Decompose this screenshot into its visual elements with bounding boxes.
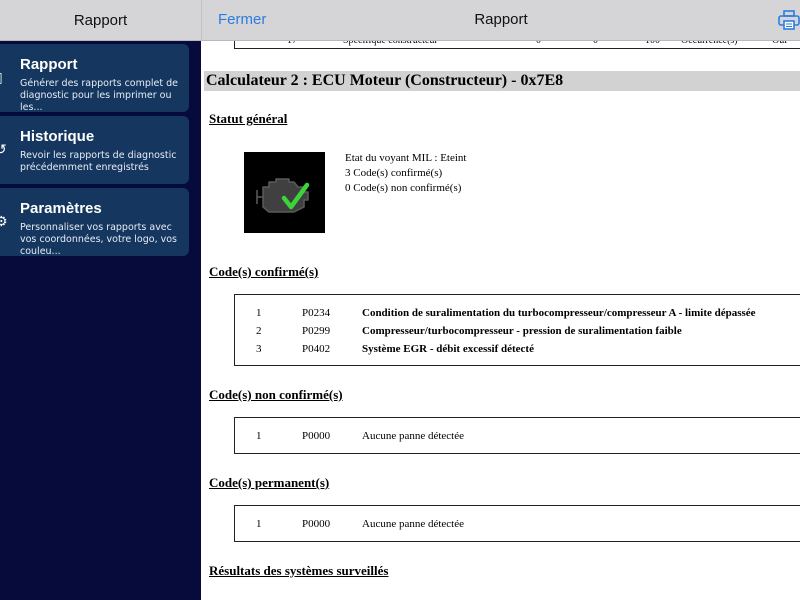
table-row: 1 P0000 Aucune panne détectée bbox=[235, 427, 800, 445]
report-content[interactable]: 17 Spécifique constructeur 0 0 100 Occur… bbox=[201, 41, 800, 600]
sidebar-item-rapport[interactable]: ▯ Rapport Générer des rapports complet d… bbox=[0, 44, 189, 112]
confirmed-codes-title: Code(s) confirmé(s) bbox=[209, 264, 319, 279]
dtc-description: Aucune panne détectée bbox=[362, 430, 464, 442]
history-icon: ↺ bbox=[0, 142, 7, 158]
mil-status: Etat du voyant MIL : Eteint bbox=[345, 152, 467, 164]
engine-status-image bbox=[244, 152, 325, 233]
permanent-codes-table: 1 P0000 Aucune panne détectée bbox=[234, 505, 800, 542]
printer-icon[interactable] bbox=[778, 10, 800, 30]
check-engine-icon bbox=[256, 178, 310, 213]
top-navigation-bar: Fermer Rapport bbox=[201, 0, 800, 41]
page-title: Rapport bbox=[474, 11, 528, 28]
dtc-description: Compresseur/turbocompresseur - pression … bbox=[362, 325, 682, 337]
sidebar-item-description: Générer des rapports complet de diagnost… bbox=[20, 78, 179, 112]
settings-icon: ⚙ bbox=[0, 214, 8, 230]
code-index: 2 bbox=[256, 325, 262, 337]
ecu-title: Calculateur 2 : ECU Moteur (Constructeur… bbox=[204, 71, 800, 91]
monitors-title: Résultats des systèmes surveillés bbox=[209, 563, 389, 578]
confirmed-codes-table: 1 P0234 Condition de suralimentation du … bbox=[234, 294, 800, 366]
dtc-description: Condition de suralimentation du turbocom… bbox=[362, 307, 756, 319]
code-index: 1 bbox=[256, 307, 262, 319]
sidebar-item-title: Historique bbox=[20, 128, 95, 145]
code-index: 3 bbox=[256, 343, 262, 355]
row-value: 100 bbox=[645, 41, 660, 50]
dtc-code: P0402 bbox=[302, 343, 331, 355]
sidebar: Rapport ▯ Rapport Générer des rapports c… bbox=[0, 0, 201, 600]
table-row: 1 P0234 Condition de suralimentation du … bbox=[235, 304, 800, 322]
sidebar-header: Rapport bbox=[0, 0, 201, 41]
dtc-description: Système EGR - débit excessif détecté bbox=[362, 343, 534, 355]
sidebar-item-title: Rapport bbox=[20, 56, 78, 73]
table-row: 17 Spécifique constructeur 0 0 100 Occur… bbox=[234, 41, 800, 49]
dtc-code: P0299 bbox=[302, 325, 331, 337]
code-index: 1 bbox=[256, 518, 262, 530]
sidebar-item-description: Revoir les rapports de diagnostic précéd… bbox=[20, 150, 177, 173]
sidebar-item-title: Paramètres bbox=[20, 200, 102, 217]
unconfirmed-count: 0 Code(s) non confirmé(s) bbox=[345, 182, 462, 194]
row-occurrence: Occurrence(s) bbox=[681, 41, 738, 50]
row-index: 17 bbox=[287, 41, 297, 50]
row-answer: Oui bbox=[772, 41, 787, 50]
general-status-title: Statut général bbox=[209, 111, 288, 126]
document-icon: ▯ bbox=[0, 70, 3, 86]
row-value: 0 bbox=[593, 41, 598, 50]
code-index: 1 bbox=[256, 430, 262, 442]
sidebar-item-historique[interactable]: ↺ Historique Revoir les rapports de diag… bbox=[0, 116, 189, 184]
permanent-codes-title: Code(s) permanent(s) bbox=[209, 475, 330, 490]
table-row: 2 P0299 Compresseur/turbocompresseur - p… bbox=[235, 322, 800, 340]
sidebar-item-description: Personnaliser vos rapports avec vos coor… bbox=[20, 222, 177, 256]
dtc-code: P0000 bbox=[302, 518, 331, 530]
dtc-description: Aucune panne détectée bbox=[362, 518, 464, 530]
row-value: 0 bbox=[536, 41, 541, 50]
row-label: Spécifique constructeur bbox=[343, 41, 438, 50]
confirmed-count: 3 Code(s) confirmé(s) bbox=[345, 167, 443, 179]
unconfirmed-codes-title: Code(s) non confirmé(s) bbox=[209, 387, 343, 402]
dtc-code: P0234 bbox=[302, 307, 331, 319]
unconfirmed-codes-table: 1 P0000 Aucune panne détectée bbox=[234, 417, 800, 454]
dtc-code: P0000 bbox=[302, 430, 331, 442]
table-row: 3 P0402 Système EGR - débit excessif dét… bbox=[235, 340, 800, 358]
sidebar-item-parametres[interactable]: ⚙ Paramètres Personnaliser vos rapports … bbox=[0, 188, 189, 256]
sidebar-title: Rapport bbox=[73, 11, 128, 29]
table-row: 1 P0000 Aucune panne détectée bbox=[235, 515, 800, 533]
